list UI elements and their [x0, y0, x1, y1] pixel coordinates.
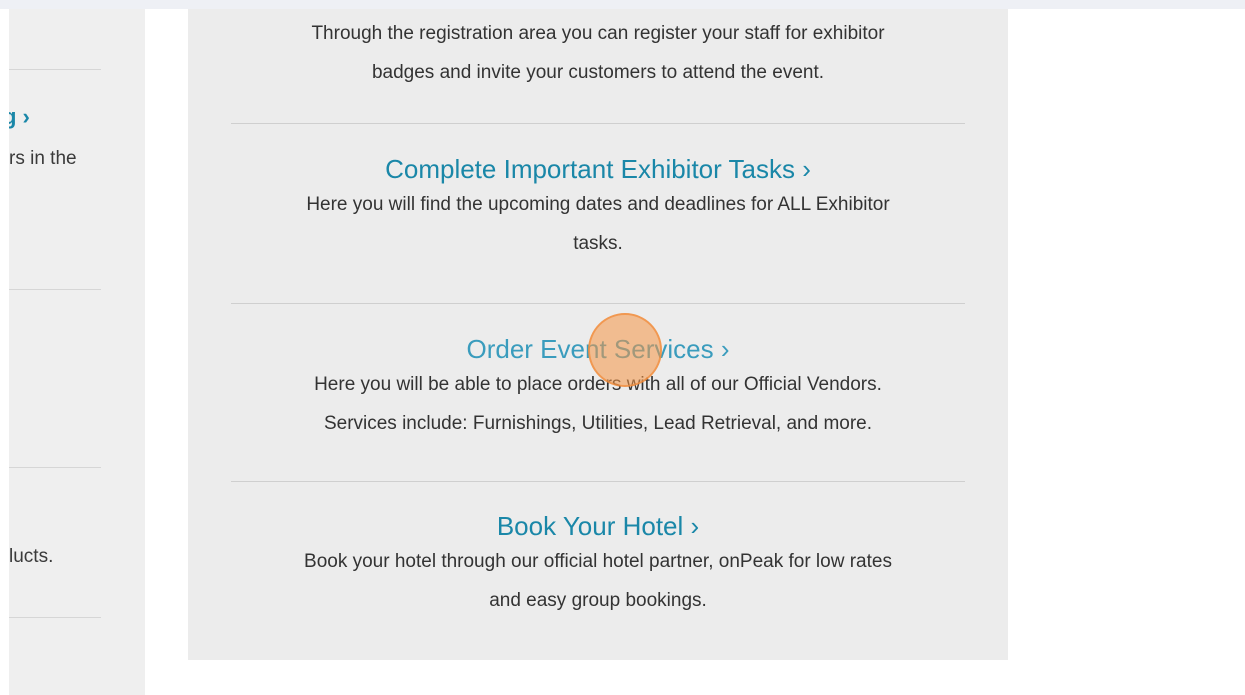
sidebar-divider — [9, 617, 101, 618]
order-services-desc-line1: Here you will be able to place orders wi… — [314, 374, 882, 395]
exhibitor-tasks-section: Complete Important Exhibitor Tasks › Her… — [188, 153, 1008, 263]
sidebar-text: rs in the — [9, 148, 77, 169]
order-services-link[interactable]: Order Event Services › — [188, 333, 1008, 365]
section-divider — [231, 123, 965, 124]
sidebar-divider — [9, 69, 101, 70]
sidebar-link[interactable]: g › — [9, 104, 30, 130]
registration-desc-line1: Through the registration area you can re… — [311, 23, 885, 44]
sidebar-divider — [9, 289, 101, 290]
registration-desc-line2: badges and invite your customers to atte… — [371, 62, 825, 83]
sidebar-divider — [9, 467, 101, 468]
left-sidebar: g › rs in the . lucts. — [9, 9, 145, 695]
book-hotel-section: Book Your Hotel › Book your hotel throug… — [188, 510, 1008, 620]
order-services-desc-line2: Services include: Furnishings, Utilities… — [323, 413, 873, 434]
exhibitor-card: Through the registration area you can re… — [188, 9, 1008, 660]
sidebar-text: lucts. — [9, 546, 54, 567]
registration-section: Through the registration area you can re… — [188, 14, 1008, 92]
section-divider — [231, 481, 965, 482]
book-hotel-desc-line2: and easy group bookings. — [489, 590, 707, 611]
exhibitor-tasks-desc-line1: Here you will find the upcoming dates an… — [306, 194, 890, 215]
sidebar-text: . — [9, 371, 10, 393]
order-services-section: Order Event Services › Here you will be … — [188, 333, 1008, 443]
exhibitor-tasks-desc-line2: tasks. — [573, 233, 623, 254]
section-divider — [231, 303, 965, 304]
book-hotel-desc-line1: Book your hotel through our official hot… — [304, 551, 892, 572]
book-hotel-link[interactable]: Book Your Hotel › — [188, 510, 1008, 542]
top-strip — [0, 0, 1245, 9]
exhibitor-tasks-link[interactable]: Complete Important Exhibitor Tasks › — [188, 153, 1008, 185]
